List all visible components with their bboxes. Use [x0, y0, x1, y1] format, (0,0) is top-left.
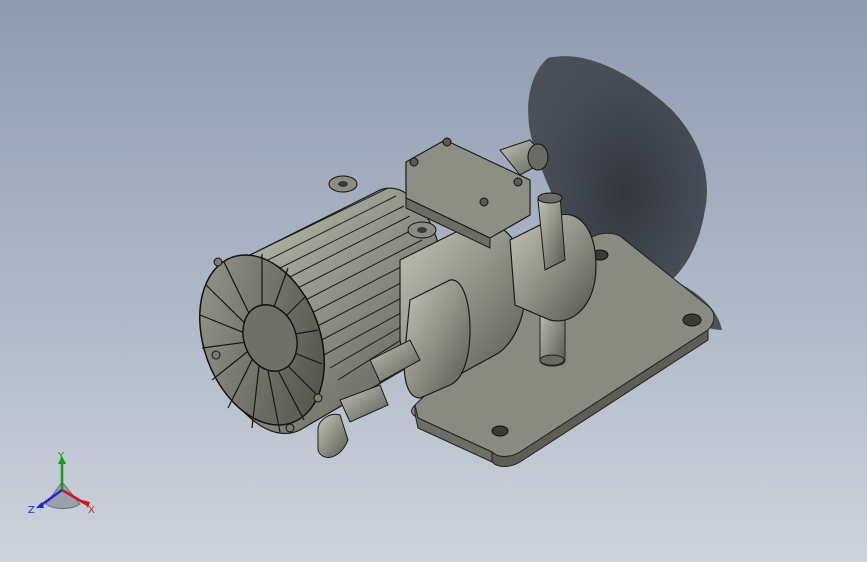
triad-x-label: X [88, 505, 95, 516]
graphics-viewport[interactable]: Y X Z [0, 0, 867, 562]
endcap-bolt [211, 350, 221, 360]
valve-bolt [409, 157, 419, 167]
triad-y-label: Y [58, 451, 65, 462]
model-scene[interactable] [0, 0, 867, 562]
triad-z-label: Z [28, 505, 35, 516]
elbow-fitting[interactable] [317, 413, 349, 458]
mount-hole[interactable] [491, 425, 509, 437]
mount-hole[interactable] [682, 313, 702, 327]
valve-bolt [479, 197, 489, 207]
valve-bolt [513, 177, 523, 187]
valve-bolt [442, 137, 452, 147]
endcap-bolt [213, 257, 223, 267]
endcap-bolt [285, 423, 295, 433]
endcap-bolt [313, 393, 323, 403]
coordinate-triad[interactable]: Y X Z [24, 446, 104, 526]
